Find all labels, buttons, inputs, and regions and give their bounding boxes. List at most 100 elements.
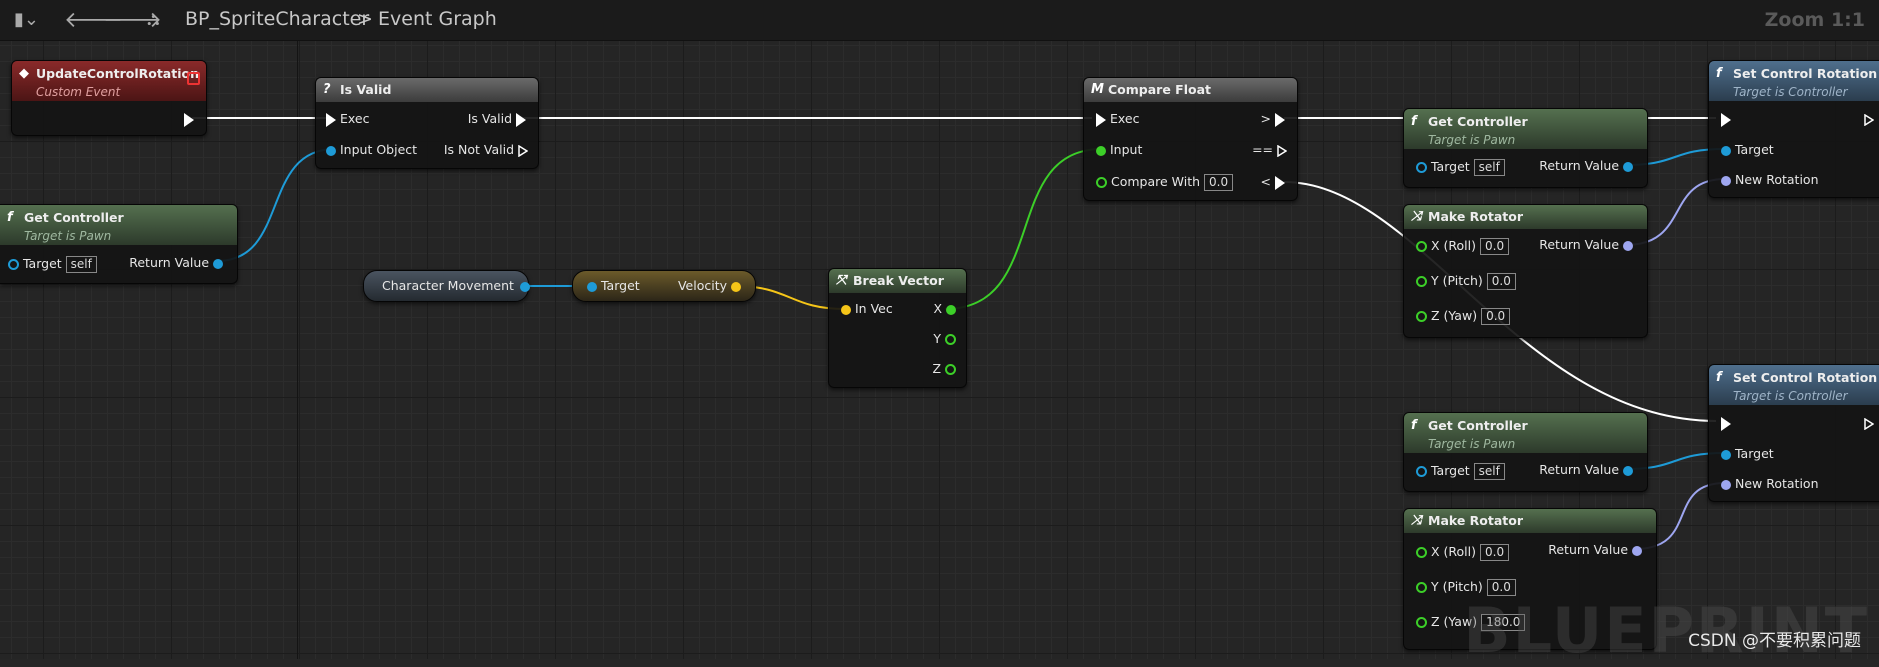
credit-text: CSDN @不要积累问题: [1688, 631, 1861, 651]
target-pin[interactable]: Target: [1721, 142, 1774, 157]
question-icon: ?: [323, 82, 331, 97]
is-valid-pin[interactable]: Is Valid: [468, 111, 526, 127]
new-rotation-pin[interactable]: New Rotation: [1721, 476, 1819, 491]
target-pin[interactable]: Target: [1721, 446, 1774, 461]
exec-output-pin[interactable]: [1864, 415, 1874, 430]
y-pitch-pin[interactable]: Y (Pitch) 0.0: [1416, 273, 1516, 290]
return-value-pin[interactable]: Return Value: [1539, 237, 1633, 252]
get-controller-node[interactable]: f Get Controller Target is Pawn Target se…: [0, 204, 238, 284]
target-pin[interactable]: Target: [587, 278, 640, 293]
velocity-pin[interactable]: Velocity: [678, 278, 741, 293]
node-header: ? Is Valid: [316, 78, 538, 102]
exec-input-pin[interactable]: Exec: [1096, 111, 1139, 127]
is-not-valid-pin[interactable]: Is Not Valid: [444, 142, 528, 157]
node-header: ⤧ Break Vector: [829, 269, 966, 293]
return-value-pin[interactable]: Return Value: [1548, 542, 1642, 557]
target-pin[interactable]: Target self: [8, 256, 97, 273]
is-valid-node[interactable]: ? Is Valid Exec Input Object Is Valid Is…: [315, 77, 539, 169]
in-vec-pin[interactable]: In Vec: [841, 301, 893, 316]
node-header: M Compare Float: [1084, 78, 1297, 102]
bookmark-icon[interactable]: ▮⌄: [14, 9, 39, 30]
break-struct-icon: ⤧: [836, 273, 847, 288]
exec-output-pin[interactable]: [1864, 111, 1874, 126]
breadcrumb-graph[interactable]: Event Graph: [378, 8, 497, 30]
function-icon: f: [1411, 114, 1417, 129]
function-icon: f: [7, 210, 13, 225]
target-pin[interactable]: Target self: [1416, 463, 1505, 480]
node-title: UpdateControlRotation: [36, 66, 199, 81]
node-header: ⤨ Make Rotator: [1404, 509, 1656, 533]
node-title: Is Valid: [340, 82, 392, 97]
node-header: f Get Controller Target is Pawn: [0, 205, 237, 245]
return-value-pin[interactable]: Return Value: [1539, 158, 1633, 173]
event-diamond-icon: ◆: [19, 66, 29, 81]
breadcrumb-separator: >: [357, 8, 373, 30]
exec-input-pin[interactable]: [1721, 111, 1731, 127]
top-bar: ▮⌄ 🡐 🡒 ⛬ BP_SpriteCharacter > Event Grap…: [0, 0, 1879, 41]
make-rotator-node[interactable]: ⤨ Make Rotator X (Roll) 0.0 Y (Pitch) 0.0 …: [1403, 204, 1648, 338]
node-header: f Set Control Rotation Target is Control…: [1709, 365, 1879, 405]
node-title: Break Vector: [853, 273, 944, 288]
node-subtitle: Target is Controller: [1733, 389, 1848, 403]
make-struct-icon: ⤨: [1411, 209, 1422, 224]
x-output-pin[interactable]: X: [933, 301, 956, 316]
zoom-level: Zoom 1:1: [1764, 9, 1865, 31]
delegate-pin[interactable]: [187, 72, 200, 85]
new-rotation-pin[interactable]: New Rotation: [1721, 172, 1819, 187]
z-yaw-pin[interactable]: Z (Yaw) 0.0: [1416, 308, 1511, 325]
x-roll-pin[interactable]: X (Roll) 0.0: [1416, 544, 1510, 561]
equal-pin[interactable]: ==: [1252, 142, 1287, 157]
node-title: Compare Float: [1108, 82, 1211, 97]
x-roll-pin[interactable]: X (Roll) 0.0: [1416, 238, 1510, 255]
macro-icon: M: [1091, 82, 1104, 97]
compare-float-node[interactable]: M Compare Float Exec Input Compare With 0…: [1083, 77, 1298, 201]
set-control-rotation-node[interactable]: f Set Control Rotation Target is Control…: [1708, 60, 1879, 198]
float-wire: [944, 148, 1103, 310]
node-header: f Set Control Rotation Target is Control…: [1709, 61, 1879, 101]
target-pin[interactable]: Target self: [1416, 159, 1505, 176]
compare-with-pin[interactable]: Compare With 0.0: [1096, 174, 1234, 191]
get-velocity-node[interactable]: Target Velocity: [572, 270, 756, 302]
y-output-pin[interactable]: Y: [933, 331, 956, 346]
node-title: Get Controller: [1428, 418, 1528, 433]
graph-hierarchy-icon[interactable]: ⛬: [147, 9, 160, 30]
node-subtitle: Target is Pawn: [24, 229, 112, 243]
exec-input-pin[interactable]: [1721, 415, 1731, 431]
greater-pin[interactable]: >: [1261, 111, 1285, 127]
breadcrumb-blueprint[interactable]: BP_SpriteCharacter: [185, 8, 369, 30]
function-icon: f: [1716, 66, 1722, 81]
custom-event-node[interactable]: ◆ UpdateControlRotation Custom Event: [11, 60, 207, 136]
node-title: Set Control Rotation: [1733, 66, 1878, 81]
z-output-pin[interactable]: Z: [932, 361, 956, 376]
node-title: Make Rotator: [1428, 209, 1524, 224]
exec-output-pin[interactable]: [184, 111, 194, 127]
node-title: Get Controller: [1428, 114, 1528, 129]
less-pin[interactable]: <: [1261, 174, 1285, 190]
node-subtitle: Custom Event: [36, 85, 121, 99]
node-title: Set Control Rotation: [1733, 370, 1878, 385]
character-movement-node[interactable]: Character Movement: [363, 270, 530, 302]
input-object-pin[interactable]: Input Object: [326, 142, 417, 157]
input-pin[interactable]: Input: [1096, 142, 1142, 157]
get-controller-node[interactable]: f Get Controller Target is Pawn Target se…: [1403, 412, 1648, 492]
function-icon: f: [1411, 418, 1417, 433]
character-movement-label: Character Movement: [382, 278, 530, 293]
node-subtitle: Target is Pawn: [1428, 437, 1516, 451]
function-icon: f: [1716, 370, 1722, 385]
make-struct-icon: ⤨: [1411, 513, 1422, 528]
return-value-pin[interactable]: Return Value: [1539, 462, 1633, 477]
node-header: f Get Controller Target is Pawn: [1404, 109, 1647, 149]
break-vector-node[interactable]: ⤧ Break Vector In Vec X Y Z: [828, 268, 967, 388]
set-control-rotation-node[interactable]: f Set Control Rotation Target is Control…: [1708, 364, 1879, 502]
node-header: ⤨ Make Rotator: [1404, 205, 1647, 229]
node-subtitle: Target is Pawn: [1428, 133, 1516, 147]
exec-input-pin[interactable]: Exec: [326, 111, 369, 127]
node-title: Make Rotator: [1428, 513, 1524, 528]
compare-with-input[interactable]: 0.0: [1204, 174, 1234, 191]
get-controller-node[interactable]: f Get Controller Target is Pawn Target se…: [1403, 108, 1648, 188]
node-header: ◆ UpdateControlRotation Custom Event: [12, 61, 206, 101]
node-header: f Get Controller Target is Pawn: [1404, 413, 1647, 453]
node-title: Get Controller: [24, 210, 124, 225]
node-subtitle: Target is Controller: [1733, 85, 1848, 99]
return-value-pin[interactable]: Return Value: [129, 255, 223, 270]
